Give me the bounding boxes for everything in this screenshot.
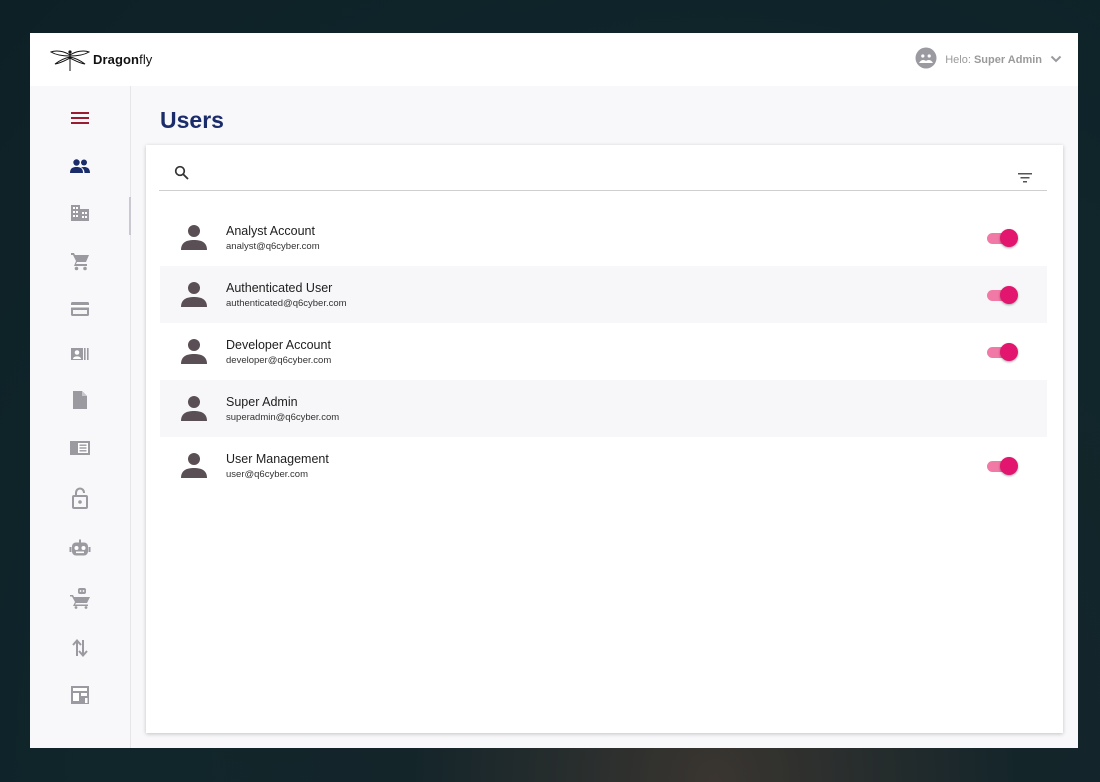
contact-card-icon (70, 347, 90, 366)
greeting-user-name: Super Admin (973, 53, 1042, 66)
user-name: Super Admin (226, 395, 298, 409)
top-bar: Dragonfly Helo: Super Admin (30, 33, 1078, 86)
user-active-toggle[interactable] (987, 343, 1019, 361)
user-row[interactable]: Super Admin superadmin@q6cyber.com (160, 380, 1047, 437)
person-icon (180, 337, 208, 365)
people-icon (69, 158, 91, 179)
toggle-thumb (1000, 229, 1018, 247)
sidebar-active-indicator (129, 197, 131, 235)
sidebar-item-bots[interactable] (68, 538, 92, 562)
user-row[interactable]: Developer Account developer@q6cyber.com (160, 323, 1047, 380)
user-menu[interactable]: Helo: Super Admin (915, 47, 1062, 72)
user-name: Authenticated User (226, 281, 333, 295)
user-email: superadmin@q6cyber.com (226, 412, 340, 423)
sidebar-item-access[interactable] (68, 486, 92, 514)
sidebar-item-reports[interactable] (68, 438, 92, 462)
sidebar-item-shop-bots[interactable] (68, 587, 92, 614)
person-icon (180, 451, 208, 479)
transfer-arrows-icon (71, 638, 89, 663)
brand-name-regular: fly (139, 52, 153, 67)
person-icon (180, 223, 208, 251)
sidebar-item-documents[interactable] (68, 390, 92, 414)
user-row[interactable]: Analyst Account analyst@q6cyber.com (160, 209, 1047, 266)
user-active-toggle[interactable] (987, 229, 1019, 247)
page-title: Users (160, 107, 224, 133)
user-row[interactable]: User Management user@q6cyber.com (160, 437, 1047, 494)
user-email: authenticated@q6cyber.com (226, 298, 347, 309)
cart-icon (70, 251, 90, 276)
building-icon (70, 204, 90, 227)
robot-icon (69, 539, 91, 562)
sidebar-item-marketplace[interactable] (68, 685, 92, 709)
users-card: Analyst Account analyst@q6cyber.com Auth… (146, 145, 1063, 733)
user-active-toggle[interactable] (987, 457, 1019, 475)
toggle-thumb (1000, 457, 1018, 475)
brand-name-bold: Dragon (93, 52, 140, 67)
sidebar-item-contacts[interactable] (68, 344, 92, 368)
reader-icon (69, 440, 91, 461)
app-window: Dragonfly Helo: Super Admin Users Analys… (30, 33, 1078, 748)
sidebar-item-orders[interactable] (68, 251, 92, 275)
user-name: User Management (226, 452, 329, 466)
person-icon (180, 280, 208, 308)
account-circle-icon (915, 47, 937, 72)
user-list: Analyst Account analyst@q6cyber.com Auth… (160, 209, 1047, 494)
unlock-icon (71, 486, 89, 514)
search-input[interactable] (199, 163, 999, 185)
greeting-prefix: Helo: (945, 53, 974, 66)
user-name: Analyst Account (226, 224, 315, 238)
sidebar (30, 86, 131, 748)
toggle-thumb (1000, 343, 1018, 361)
cart-bot-icon (69, 587, 91, 614)
user-name: Developer Account (226, 338, 331, 352)
sidebar-item-organizations[interactable] (68, 203, 92, 227)
toggle-thumb (1000, 286, 1018, 304)
user-active-toggle[interactable] (987, 286, 1019, 304)
sidebar-item-users[interactable] (68, 156, 92, 180)
person-icon (180, 394, 208, 422)
menu-icon[interactable] (68, 106, 92, 130)
credit-card-icon (70, 301, 90, 322)
user-email: user@q6cyber.com (226, 469, 308, 480)
filter-icon[interactable] (1017, 171, 1033, 185)
sidebar-item-transfers[interactable] (68, 638, 92, 662)
brand-name: Dragonfly (93, 52, 152, 67)
document-icon (72, 390, 88, 415)
brand[interactable]: Dragonfly (50, 47, 152, 73)
user-greeting: Helo: Super Admin (945, 54, 1042, 66)
user-row[interactable]: Authenticated User authenticated@q6cyber… (160, 266, 1047, 323)
user-email: developer@q6cyber.com (226, 355, 332, 366)
user-email: analyst@q6cyber.com (226, 241, 320, 252)
chevron-down-icon[interactable] (1050, 54, 1062, 66)
store-icon (70, 685, 90, 710)
search-icon (174, 165, 190, 181)
dragonfly-logo-icon (50, 47, 90, 73)
search-bar (159, 159, 1047, 191)
sidebar-item-payments[interactable] (68, 299, 92, 323)
